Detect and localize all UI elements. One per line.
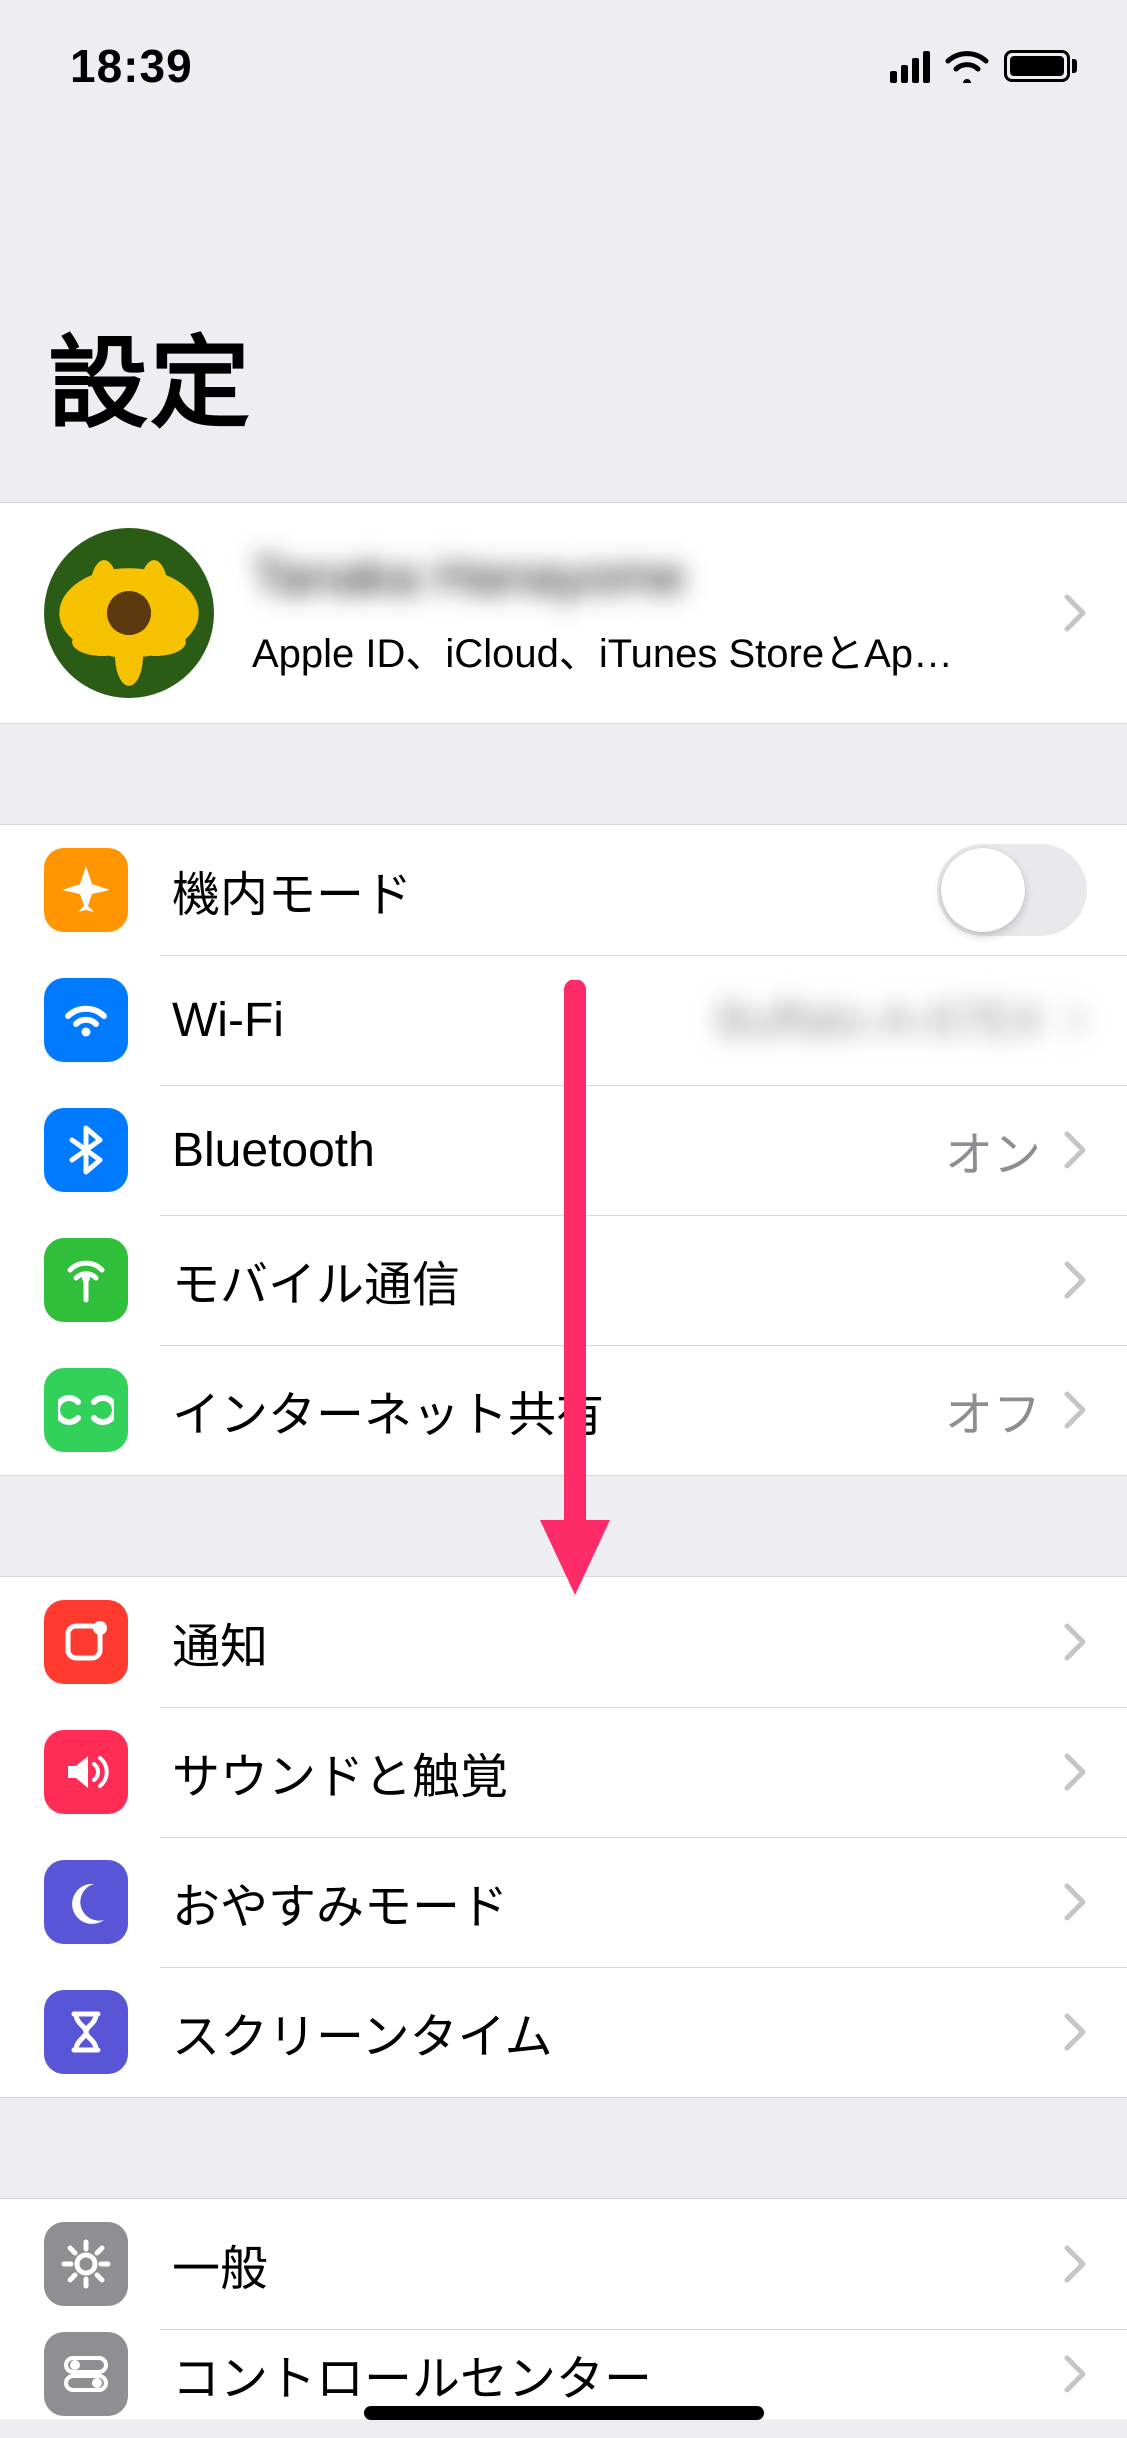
antenna-icon xyxy=(44,1238,128,1322)
connectivity-section: 機内モード Wi-Fi Buffalo-A-67E4 Bluetooth オン … xyxy=(0,824,1127,1476)
appleid-subtitle: Apple ID、iCloud、iTunes StoreとApp S… xyxy=(252,621,972,679)
airplane-label: 機内モード xyxy=(172,855,937,925)
system-section: 一般 コントロールセンター xyxy=(0,2198,1127,2419)
chevron-right-icon xyxy=(1063,593,1087,633)
bluetooth-icon xyxy=(44,1108,128,1192)
hotspot-row[interactable]: インターネット共有 オフ xyxy=(0,1345,1127,1475)
speaker-icon xyxy=(44,1730,128,1814)
chevron-right-icon xyxy=(1063,1752,1087,1792)
airplane-mode-row[interactable]: 機内モード xyxy=(0,825,1127,955)
hotspot-label: インターネット共有 xyxy=(172,1375,945,1445)
screentime-row[interactable]: スクリーンタイム xyxy=(0,1967,1127,2097)
switches-icon xyxy=(44,2332,128,2416)
sounds-row[interactable]: サウンドと触覚 xyxy=(0,1707,1127,1837)
status-bar: 18:39 xyxy=(0,0,1127,132)
general-row[interactable]: 一般 xyxy=(0,2199,1127,2329)
wifi-row-icon xyxy=(44,978,128,1062)
wifi-value: Buffalo-A-67E4 xyxy=(716,993,1041,1048)
dnd-label: おやすみモード xyxy=(172,1867,1041,1937)
appleid-name: Tanaka Hanayome xyxy=(252,547,1041,607)
attention-section: 通知 サウンドと触覚 おやすみモード スクリーンタイム xyxy=(0,1576,1127,2098)
cellular-row[interactable]: モバイル通信 xyxy=(0,1215,1127,1345)
chevron-right-icon xyxy=(1063,2354,1087,2394)
chevron-right-icon xyxy=(1063,1390,1087,1430)
bluetooth-row[interactable]: Bluetooth オン xyxy=(0,1085,1127,1215)
bluetooth-label: Bluetooth xyxy=(172,1123,945,1178)
chevron-right-icon xyxy=(1063,2244,1087,2284)
gear-icon xyxy=(44,2222,128,2306)
moon-icon xyxy=(44,1860,128,1944)
airplane-icon xyxy=(44,848,128,932)
dnd-row[interactable]: おやすみモード xyxy=(0,1837,1127,1967)
notifications-label: 通知 xyxy=(172,1607,1041,1677)
chevron-right-icon xyxy=(1063,1622,1087,1662)
chevron-right-icon xyxy=(1063,1260,1087,1300)
notifications-icon xyxy=(44,1600,128,1684)
avatar xyxy=(44,528,214,698)
hotspot-value: オフ xyxy=(945,1375,1041,1445)
airplane-toggle[interactable] xyxy=(937,844,1087,936)
wifi-label: Wi-Fi xyxy=(172,993,716,1048)
chevron-right-icon xyxy=(1063,2012,1087,2052)
status-indicators xyxy=(890,49,1077,83)
wifi-row[interactable]: Wi-Fi Buffalo-A-67E4 xyxy=(0,955,1127,1085)
cellular-signal-icon xyxy=(890,49,930,83)
home-indicator xyxy=(364,2406,764,2420)
controlcenter-label: コントロールセンター xyxy=(172,2339,1041,2409)
cellular-label: モバイル通信 xyxy=(172,1245,1041,1315)
general-label: 一般 xyxy=(172,2229,1041,2299)
page-title: 設定 xyxy=(48,302,1079,447)
hourglass-icon xyxy=(44,1990,128,2074)
title-block: 設定 xyxy=(0,132,1127,502)
wifi-icon xyxy=(944,49,990,83)
chevron-right-icon xyxy=(1063,1130,1087,1170)
chevron-right-icon xyxy=(1063,1882,1087,1922)
screentime-label: スクリーンタイム xyxy=(172,1997,1041,2067)
sounds-label: サウンドと触覚 xyxy=(172,1737,1041,1807)
chevron-right-icon xyxy=(1063,1000,1087,1040)
battery-icon xyxy=(1004,50,1077,82)
appleid-section: Tanaka Hanayome Apple ID、iCloud、iTunes S… xyxy=(0,502,1127,724)
link-icon xyxy=(44,1368,128,1452)
bluetooth-value: オン xyxy=(945,1115,1041,1185)
notifications-row[interactable]: 通知 xyxy=(0,1577,1127,1707)
status-time: 18:39 xyxy=(70,39,193,93)
appleid-row[interactable]: Tanaka Hanayome Apple ID、iCloud、iTunes S… xyxy=(0,503,1127,723)
